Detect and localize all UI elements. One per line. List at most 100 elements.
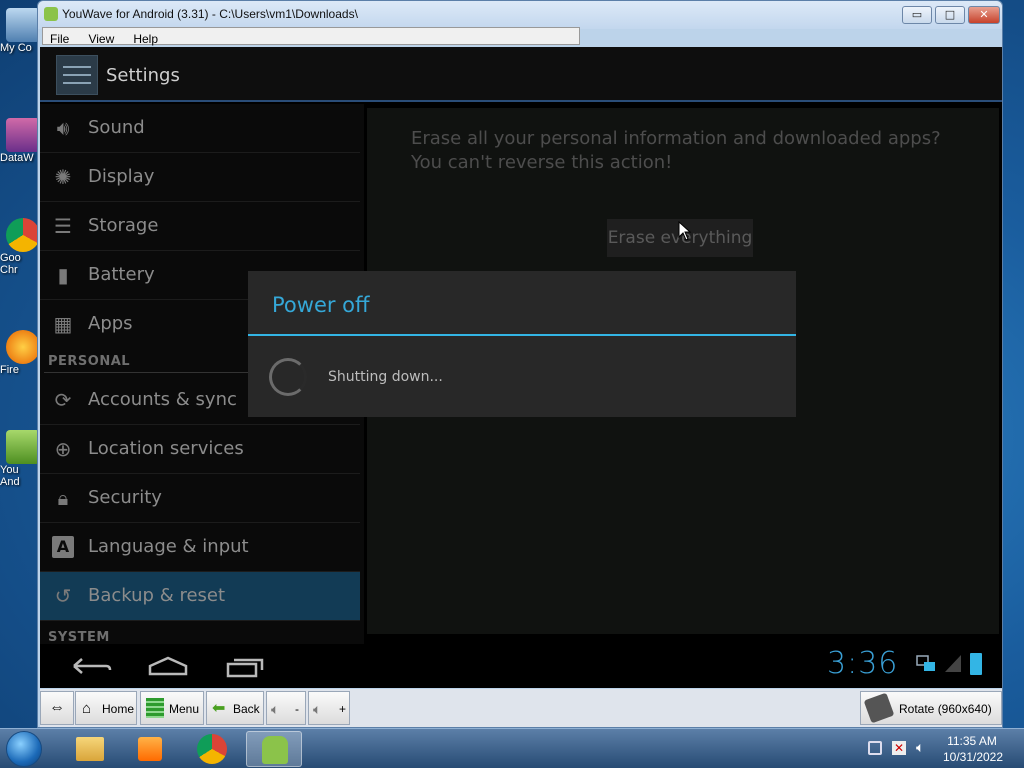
desktop-icon-computer[interactable]: My Co (0, 8, 40, 54)
window-title: YouWave for Android (3.31) - C:\Users\vm… (62, 7, 358, 21)
youwave-icon (6, 430, 40, 464)
home-icon: ⌂ (82, 700, 92, 717)
dialog-title: Power off (272, 293, 370, 317)
dialog-message: Shutting down... (328, 369, 443, 385)
brightness-icon: ✺ (54, 165, 72, 189)
action-bar: Settings (40, 47, 1002, 102)
menu-button[interactable]: Menu (140, 691, 204, 725)
nav-item-label: Security (88, 487, 162, 508)
menu-list-icon (146, 698, 164, 718)
apps-icon: ▦ (53, 312, 73, 336)
back-label: Back (233, 702, 260, 716)
spinner-icon (269, 358, 307, 396)
window-titlebar[interactable]: YouWave for Android (3.31) - C:\Users\vm… (38, 1, 1002, 29)
keyboard-icon: A (52, 536, 74, 558)
volume-tray-icon[interactable]: 🔈︎ (916, 740, 924, 756)
desktop-icon-firefox[interactable]: Fire (0, 330, 40, 376)
nav-item-label: Storage (88, 215, 159, 236)
taskbar-explorer[interactable] (62, 731, 118, 767)
speaker-icon: 🔈︎ (313, 701, 322, 717)
dialog-divider (248, 334, 796, 336)
maximize-button[interactable]: □ (935, 6, 965, 24)
status-clock: 3:36 (827, 646, 899, 681)
back-nav-icon[interactable] (60, 650, 120, 682)
menu-bar: File View Help (42, 27, 580, 48)
desktop-icon-label: Goo (0, 252, 21, 264)
nav-item-backup[interactable]: ↺ Backup & reset (40, 572, 360, 621)
window-toolbar: ⇔ ⌂ Home Menu ⬅ Back 🔈︎ - 🔈︎ + Rotate (9… (40, 689, 1002, 727)
volume-down-button[interactable]: 🔈︎ - (266, 691, 306, 725)
desktop-icon-label: And (0, 476, 20, 488)
resize-arrows-icon: ⇔ (49, 699, 65, 716)
home-label: Home (102, 702, 135, 716)
tray-time[interactable]: 11:35 AM (942, 734, 1002, 748)
nav-item-display[interactable]: ✺ Display (40, 153, 360, 202)
minimize-button[interactable]: ▭ (902, 6, 932, 24)
nav-item-label: Battery (88, 264, 155, 285)
nav-item-storage[interactable]: ☰ Storage (40, 202, 360, 251)
back-button[interactable]: ⬅ Back (206, 691, 264, 725)
menu-help[interactable]: Help (126, 31, 165, 48)
nav-item-label: Sound (88, 117, 145, 138)
rotate-button[interactable]: Rotate (960x640) (860, 691, 1002, 725)
nav-item-label: Backup & reset (88, 585, 226, 606)
android-icon (44, 7, 58, 21)
nav-item-label: Accounts & sync (88, 389, 237, 410)
nav-item-label: Display (88, 166, 155, 187)
taskbar-media-player[interactable] (122, 731, 178, 767)
android-system-bar: 3:36 (40, 644, 1002, 688)
signal-icon (945, 655, 961, 672)
menu-view[interactable]: View (81, 31, 121, 48)
battery-icon: ▮ (57, 263, 69, 287)
page-title: Settings (106, 65, 180, 86)
speaker-icon: 🔈︎ (271, 701, 280, 717)
menu-file[interactable]: File (43, 31, 76, 48)
power-off-dialog: Power off Shutting down... (248, 271, 796, 417)
mouse-cursor-icon (678, 221, 692, 241)
home-nav-icon[interactable] (138, 650, 198, 682)
desktop-icon-chrome[interactable]: Goo Chr (0, 218, 40, 276)
nav-item-sound[interactable]: 🔊︎ Sound (40, 104, 360, 153)
desktop-icon-youwave[interactable]: You And (0, 430, 40, 488)
taskbar-youwave[interactable] (246, 731, 302, 767)
nav-item-label: Language & input (88, 536, 249, 557)
desktop-icon-label: Fire (0, 364, 19, 376)
battery-status-icon (970, 653, 982, 675)
desktop-icon-dataw[interactable]: DataW (0, 118, 40, 164)
chrome-icon (197, 734, 227, 764)
back-arrow-icon: ⬅ (212, 700, 226, 717)
firefox-icon (6, 330, 40, 364)
system-tray: ✕ 🔈︎ 11:35 AM 10/31/2022 (860, 729, 1024, 768)
section-header-system: SYSTEM (48, 630, 110, 644)
volume-plus-label: + (339, 702, 347, 716)
settings-icon[interactable] (56, 55, 98, 95)
volume-up-button[interactable]: 🔈︎ + (308, 691, 350, 725)
volume-minus-label: - (295, 702, 299, 716)
rotate-device-icon (863, 692, 895, 724)
volume-icon: 🔊︎ (56, 116, 70, 140)
start-button[interactable] (6, 731, 42, 767)
home-button[interactable]: ⌂ Home (75, 691, 137, 725)
action-center-icon[interactable]: ✕ (892, 741, 906, 755)
media-player-icon (138, 737, 162, 761)
nav-item-language[interactable]: A Language & input (40, 523, 360, 572)
network-tray-icon[interactable] (868, 741, 882, 755)
nav-item-label: Apps (88, 313, 133, 334)
close-button[interactable]: ✕ (968, 6, 1000, 24)
recent-apps-icon[interactable] (218, 650, 278, 682)
desktop-icon-label: My Co (0, 42, 32, 54)
nav-item-location[interactable]: ⊕ Location services (40, 425, 360, 474)
location-icon: ⊕ (54, 437, 72, 461)
taskbar-chrome[interactable] (184, 731, 240, 767)
tray-date[interactable]: 10/31/2022 (938, 750, 1008, 764)
lock-icon: 🔒︎ (57, 486, 69, 510)
chrome-icon (6, 218, 40, 252)
storage-icon: ☰ (54, 214, 72, 238)
computer-icon (6, 8, 40, 42)
nav-item-label: Location services (88, 438, 244, 459)
windows-taskbar: ✕ 🔈︎ 11:35 AM 10/31/2022 (0, 728, 1024, 768)
resize-toggle-button[interactable]: ⇔ (40, 691, 74, 725)
network-icon (916, 655, 935, 671)
nav-item-security[interactable]: 🔒︎ Security (40, 474, 360, 523)
app-shortcut-icon (6, 118, 40, 152)
